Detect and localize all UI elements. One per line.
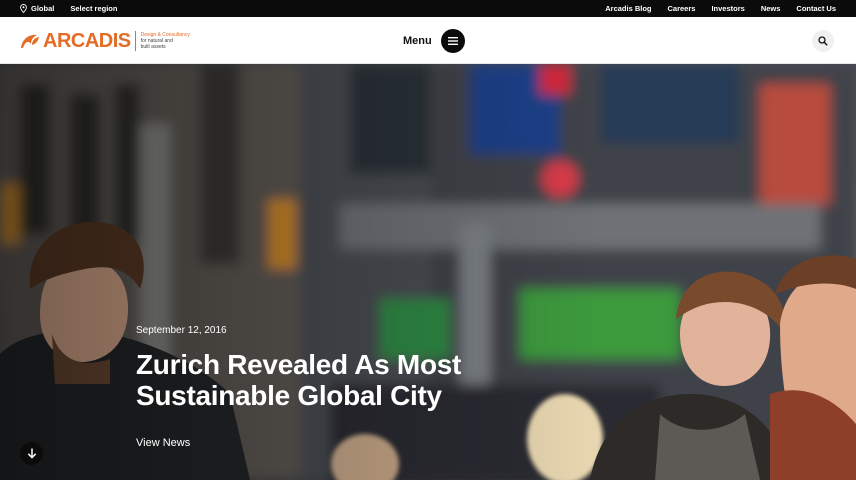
hero-shade	[0, 64, 856, 480]
scroll-down-button[interactable]	[20, 442, 43, 465]
menu-label: Menu	[403, 35, 432, 47]
utility-links: Arcadis Blog Careers Investors News Cont…	[589, 4, 836, 13]
logo-divider	[134, 31, 136, 51]
menu-toggle[interactable]: Menu	[403, 29, 465, 53]
utility-left: Global Select region	[20, 4, 133, 13]
news-link[interactable]: News	[761, 4, 781, 13]
utility-bar: Global Select region Arcadis Blog Career…	[0, 0, 856, 17]
select-region-link[interactable]: Select region	[70, 4, 117, 13]
region-selector[interactable]: Global	[20, 4, 54, 13]
logo-tagline-line-3: built assets	[140, 44, 166, 50]
hamburger-icon	[447, 37, 458, 45]
hero-title: Zurich Revealed As Most Sustainable Glob…	[136, 349, 462, 411]
blog-link[interactable]: Arcadis Blog	[605, 4, 651, 13]
careers-link[interactable]: Careers	[668, 4, 696, 13]
logo-tagline: Design & Consultancy for natural and bui…	[141, 32, 190, 50]
region-label: Global	[31, 4, 55, 13]
logo-wordmark: ARCADIS	[43, 30, 131, 52]
map-pin-icon	[20, 4, 27, 13]
site-header: ARCADIS Design & Consultancy for natural…	[0, 17, 856, 64]
hero-date: September 12, 2016	[136, 325, 227, 336]
contact-link[interactable]: Contact Us	[796, 4, 836, 13]
search-button[interactable]	[812, 30, 834, 52]
arcadis-logo-mark	[21, 34, 39, 48]
view-news-link[interactable]: View News	[136, 437, 190, 449]
search-icon	[818, 36, 828, 46]
menu-button[interactable]	[440, 29, 465, 53]
arcadis-logo[interactable]: ARCADIS Design & Consultancy for natural…	[20, 30, 190, 52]
arrow-down-icon	[27, 448, 36, 459]
investors-link[interactable]: Investors	[711, 4, 744, 13]
hero-banner: September 12, 2016 Zurich Revealed As Mo…	[0, 64, 856, 480]
